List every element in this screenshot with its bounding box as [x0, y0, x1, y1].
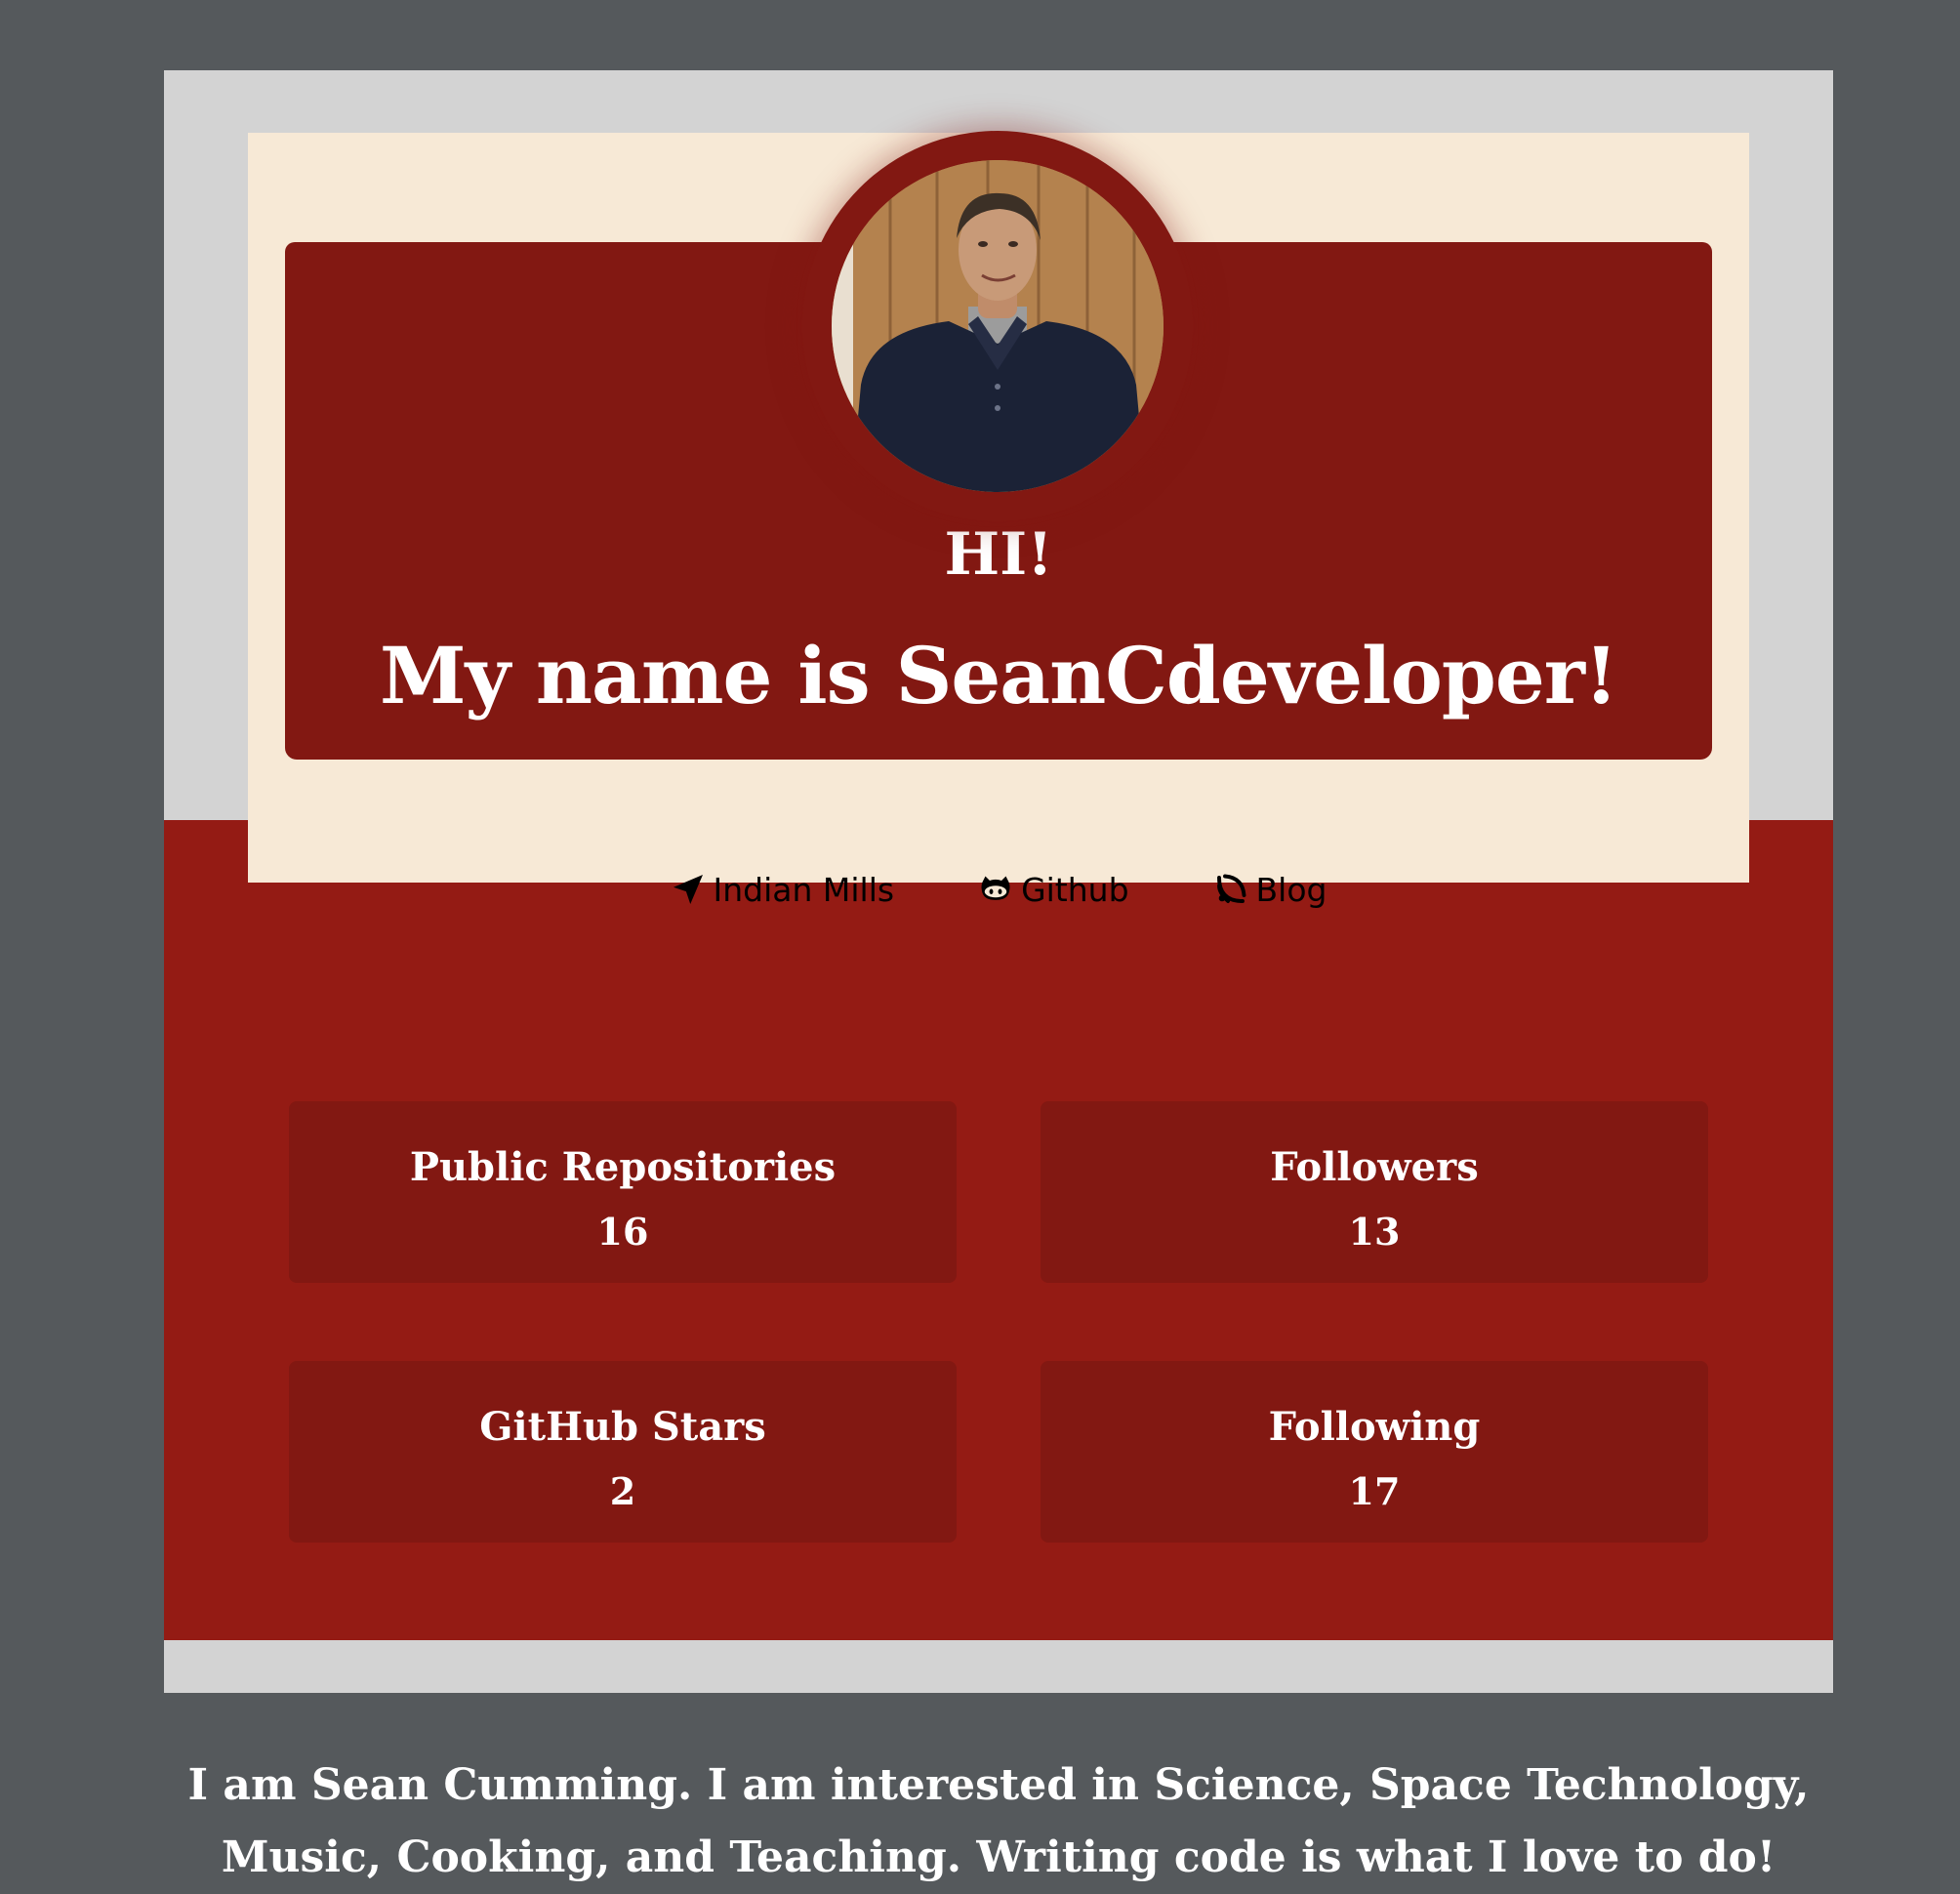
bio-line-2: Music, Cooking, and Teaching. Writing co…: [221, 1832, 1776, 1882]
profile-page: I am Sean Cumming. I am interested in Sc…: [164, 70, 1833, 1882]
stat-value: 2: [609, 1469, 636, 1513]
github-icon: [981, 876, 1010, 900]
stat-label: Public Repositories: [409, 1144, 837, 1190]
stat-following: Following 17: [1041, 1361, 1708, 1543]
avatar-frame: [802, 131, 1193, 521]
stat-github-stars: GitHub Stars 2: [289, 1361, 957, 1543]
bio-text: I am Sean Cumming. I am interested in Sc…: [164, 1750, 1833, 1894]
avatar-photo: [832, 160, 1164, 492]
stat-label: Following: [1268, 1404, 1481, 1450]
github-link[interactable]: Github: [978, 860, 1129, 919]
bio-line-1: I am Sean Cumming. I am interested in Sc…: [187, 1760, 1810, 1810]
github-link-label: Github: [1021, 870, 1129, 909]
avatar: [832, 160, 1164, 492]
greeting-text: HI!: [944, 520, 1053, 589]
blog-link-label: Blog: [1255, 870, 1327, 909]
location-link[interactable]: Indian Mills: [671, 860, 895, 919]
profile-links: Indian Mills Github Blog: [248, 860, 1749, 919]
location-link-label: Indian Mills: [713, 870, 895, 909]
greeting-block: HI! My name is SeanCdeveloper!: [285, 490, 1712, 760]
stat-value: 17: [1348, 1469, 1401, 1513]
page-title: My name is SeanCdeveloper!: [380, 630, 1618, 721]
profile-card: HI! My name is SeanCdeveloper! Indian Mi…: [248, 131, 1749, 909]
stat-value: 13: [1348, 1210, 1401, 1254]
stat-value: 16: [596, 1210, 649, 1254]
stat-followers: Followers 13: [1041, 1101, 1708, 1283]
location-arrow-icon: [673, 875, 703, 904]
stat-public-repositories: Public Repositories 16: [289, 1101, 957, 1283]
stat-label: Followers: [1270, 1144, 1479, 1190]
stat-label: GitHub Stars: [479, 1404, 766, 1450]
rss-icon: [1216, 874, 1245, 903]
blog-link[interactable]: Blog: [1213, 860, 1327, 919]
